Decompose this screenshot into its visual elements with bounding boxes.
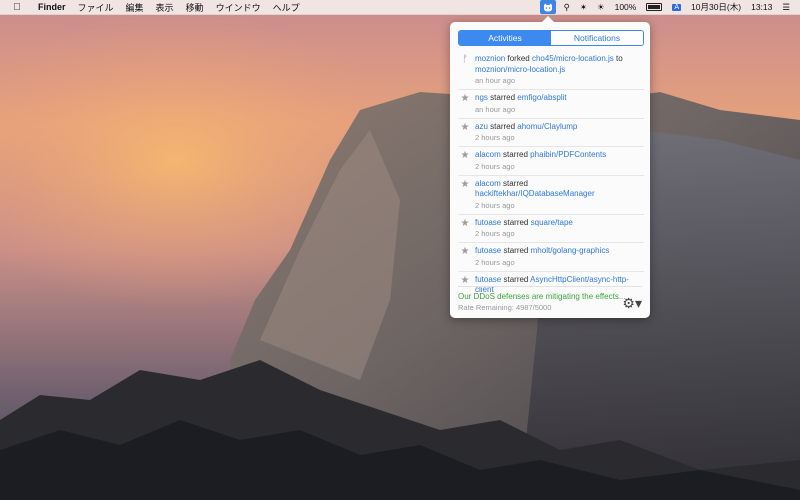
action-text: starred bbox=[503, 178, 528, 188]
action-text: to bbox=[616, 54, 623, 63]
activity-item[interactable]: ★ azu starred ahomu/Claylump 2 hours ago bbox=[458, 119, 644, 147]
timestamp: an hour ago bbox=[475, 76, 516, 85]
app-name[interactable]: Finder bbox=[38, 2, 66, 12]
star-icon: ★ bbox=[460, 121, 470, 133]
github-activity-popover: Activities Notifications ᚠ moznion forke… bbox=[450, 16, 650, 318]
actor-link[interactable]: alacom bbox=[475, 150, 501, 159]
action-text: starred bbox=[503, 246, 529, 255]
input-source-icon[interactable]: A bbox=[672, 3, 682, 11]
activity-list: ᚠ moznion forked cho45/micro-location.js… bbox=[458, 51, 644, 299]
menu-window[interactable]: ウインドウ bbox=[216, 1, 261, 14]
timestamp: 2 hours ago bbox=[475, 257, 515, 267]
tab-notifications[interactable]: Notifications bbox=[551, 31, 643, 45]
notification-center-icon[interactable]: ☰ bbox=[782, 2, 790, 13]
apple-icon[interactable]:  bbox=[10, 2, 24, 13]
repo-link[interactable]: moznion/micro-location.js bbox=[475, 65, 565, 74]
action-text: forked bbox=[507, 54, 530, 63]
star-icon: ★ bbox=[460, 246, 470, 257]
repo-link[interactable]: phaibin/PDFContents bbox=[530, 150, 606, 159]
popover-footer: Our DDoS defenses are mitigating the eff… bbox=[458, 286, 642, 313]
menu-bar:  Finder ファイル 編集 表示 移動 ウインドウ ヘルプ ⚲ ✶ ☀ 1… bbox=[0, 0, 800, 15]
timestamp: 2 hours ago bbox=[475, 161, 515, 171]
activity-item[interactable]: ᚠ moznion forked cho45/micro-location.js… bbox=[458, 51, 644, 90]
actor-link[interactable]: azu bbox=[475, 122, 488, 131]
repo-link[interactable]: hackiftekhar/IQDatabaseManager bbox=[475, 189, 595, 198]
star-icon: ★ bbox=[460, 150, 470, 161]
tab-activities[interactable]: Activities bbox=[459, 31, 551, 45]
timestamp: 2 hours ago bbox=[475, 133, 515, 142]
activity-item[interactable]: ★ futoase starred mholt/golang-graphics … bbox=[458, 243, 644, 272]
battery-icon[interactable] bbox=[646, 3, 663, 11]
github-menubar-icon[interactable] bbox=[539, 0, 556, 14]
actor-link[interactable]: futoase bbox=[475, 275, 501, 284]
repo-link[interactable]: mholt/golang-graphics bbox=[531, 246, 610, 255]
activity-item[interactable]: ★ alacom starred phaibin/PDFContents 2 h… bbox=[458, 147, 644, 176]
action-text: starred bbox=[503, 150, 528, 159]
timestamp: an hour ago bbox=[475, 104, 516, 114]
actor-link[interactable]: ngs bbox=[475, 93, 488, 102]
star-icon: ★ bbox=[460, 178, 470, 190]
menu-view[interactable]: 表示 bbox=[156, 1, 174, 14]
actor-link[interactable]: futoase bbox=[475, 246, 501, 255]
repo-link[interactable]: cho45/micro-location.js bbox=[532, 54, 614, 63]
spotlight-search-icon[interactable]: ⚲ bbox=[564, 2, 570, 13]
timestamp: 2 hours ago bbox=[475, 200, 515, 210]
action-text: starred bbox=[503, 274, 529, 284]
bluetooth-icon[interactable]: ✶ bbox=[580, 2, 587, 13]
clock-date[interactable]: 10月30日(木) bbox=[691, 1, 741, 13]
menu-help[interactable]: ヘルプ bbox=[273, 1, 300, 14]
action-text: starred bbox=[490, 121, 516, 131]
github-status-message[interactable]: Our DDoS defenses are mitigating the eff… bbox=[458, 292, 642, 302]
gear-icon[interactable]: ⚙▾ bbox=[622, 295, 642, 312]
actor-link[interactable]: futoase bbox=[475, 218, 501, 227]
repo-link[interactable]: emfigo/absplit bbox=[517, 93, 566, 102]
battery-percent[interactable]: 100% bbox=[615, 2, 637, 12]
action-text: starred bbox=[503, 217, 529, 227]
timestamp: 2 hours ago bbox=[475, 229, 515, 238]
repo-link[interactable]: square/tape bbox=[531, 218, 573, 227]
action-text: starred bbox=[490, 93, 516, 102]
menu-file[interactable]: ファイル bbox=[78, 1, 114, 14]
rate-limit-text: Rate Remaining: 4987/5000 bbox=[458, 303, 552, 312]
tab-bar: Activities Notifications bbox=[458, 30, 644, 46]
wifi-icon[interactable]: ☀ bbox=[597, 2, 605, 13]
menu-go[interactable]: 移動 bbox=[186, 1, 204, 14]
desktop-wallpaper bbox=[0, 0, 800, 500]
fork-icon: ᚠ bbox=[462, 54, 468, 65]
activity-item[interactable]: ★ ngs starred emfigo/absplit an hour ago bbox=[458, 90, 644, 119]
star-icon: ★ bbox=[460, 93, 470, 104]
status-area: ⚲ ✶ ☀ 100% A 10月30日(木) 13:13 ☰ bbox=[539, 0, 800, 14]
activity-item[interactable]: ★ alacom starred hackiftekhar/IQDatabase… bbox=[458, 176, 644, 215]
actor-link[interactable]: alacom bbox=[475, 179, 501, 188]
star-icon: ★ bbox=[460, 274, 470, 286]
star-icon: ★ bbox=[460, 217, 470, 229]
actor-link[interactable]: moznion bbox=[475, 54, 505, 63]
clock-time[interactable]: 13:13 bbox=[751, 2, 772, 12]
repo-link[interactable]: ahomu/Claylump bbox=[517, 122, 577, 131]
activity-item[interactable]: ★ futoase starred square/tape 2 hours ag… bbox=[458, 215, 644, 243]
menu-edit[interactable]: 編集 bbox=[126, 1, 144, 14]
